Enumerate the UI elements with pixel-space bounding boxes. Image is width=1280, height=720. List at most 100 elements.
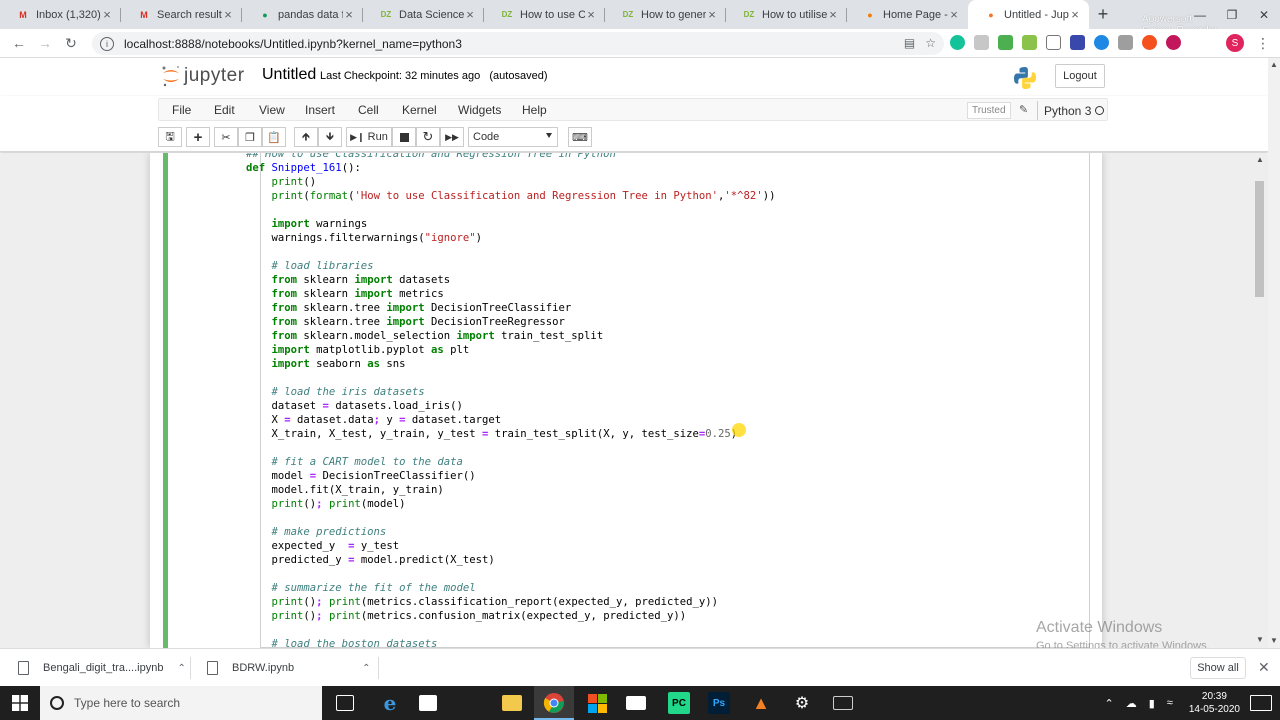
photoshop-icon[interactable]: Ps bbox=[708, 692, 730, 714]
windows-start-icon[interactable] bbox=[12, 695, 28, 711]
edit-pencil-icon[interactable]: ✎ bbox=[1019, 103, 1028, 116]
scroll-up-icon[interactable]: ▲ bbox=[1256, 155, 1264, 164]
site-info-icon[interactable]: i bbox=[100, 36, 114, 51]
code-line[interactable]: print(); print(metrics.confusion_matrix(… bbox=[246, 609, 775, 623]
scroll-down-icon[interactable]: ▼ bbox=[1256, 635, 1264, 644]
cut-icon[interactable]: ✂ bbox=[214, 127, 238, 147]
code-line[interactable]: # load libraries bbox=[246, 259, 775, 273]
code-line[interactable]: import seaborn as sns bbox=[246, 357, 775, 371]
vlc-icon[interactable]: ▲ bbox=[750, 692, 772, 714]
tab-close-icon[interactable]: × bbox=[706, 7, 718, 22]
maximize-icon[interactable]: ❐ bbox=[1216, 0, 1248, 29]
pycharm-icon[interactable]: PC bbox=[668, 692, 690, 714]
menu-kernel[interactable]: Kernel bbox=[402, 103, 437, 117]
forward-arrow-icon[interactable]: → bbox=[32, 30, 58, 56]
code-line[interactable]: ​ bbox=[246, 511, 775, 525]
trusted-badge[interactable]: Trusted bbox=[967, 102, 1011, 119]
code-line[interactable]: ​ bbox=[246, 441, 775, 455]
new-tab-button[interactable]: + bbox=[1089, 0, 1117, 29]
code-line[interactable]: print(); print(model) bbox=[246, 497, 775, 511]
code-line[interactable]: # make predictions bbox=[246, 525, 775, 539]
menu-cell[interactable]: Cell bbox=[358, 103, 379, 117]
extension-wave-icon[interactable] bbox=[1022, 35, 1037, 50]
back-arrow-icon[interactable]: ← bbox=[6, 30, 32, 56]
chrome-icon[interactable] bbox=[543, 692, 565, 714]
browser-tab[interactable]: DZ How to use Cla× bbox=[484, 0, 605, 29]
browser-tab[interactable]: ● pandas data fra× bbox=[242, 0, 363, 29]
profile-avatar[interactable]: S bbox=[1226, 34, 1244, 52]
onedrive-icon[interactable]: ☁ bbox=[1126, 697, 1137, 710]
menu-widgets[interactable]: Widgets bbox=[458, 103, 501, 117]
move-up-icon[interactable]: 🡹 bbox=[294, 127, 318, 147]
browser-menu-icon[interactable]: ⋮ bbox=[1256, 35, 1270, 52]
code-line[interactable]: # fit a CART model to the data bbox=[246, 455, 775, 469]
code-line[interactable]: from sklearn import datasets bbox=[246, 273, 775, 287]
wifi-icon[interactable]: ≈ bbox=[1167, 697, 1173, 709]
page-scroll-up-icon[interactable]: ▲ bbox=[1270, 60, 1278, 69]
logout-button[interactable]: Logout bbox=[1055, 64, 1105, 88]
code-line[interactable]: # load the boston datasets bbox=[246, 637, 775, 648]
code-line[interactable]: def Snippet_161(): bbox=[246, 161, 775, 175]
extension-blue-icon[interactable] bbox=[1070, 35, 1085, 50]
paste-icon[interactable]: 📋 bbox=[262, 127, 286, 147]
settings-gear-icon[interactable]: ⚙ bbox=[791, 692, 813, 714]
save-icon[interactable]: 🖫 bbox=[158, 127, 182, 147]
extension-pinwheel-icon[interactable] bbox=[1094, 35, 1109, 50]
menu-insert[interactable]: Insert bbox=[305, 103, 335, 117]
download-filename[interactable]: Bengali_digit_tra....ipynb bbox=[43, 662, 163, 674]
chevron-up-icon[interactable]: ⌃ bbox=[362, 663, 370, 674]
restart-run-all-icon[interactable]: ▶▶ bbox=[440, 127, 464, 147]
cell-type-select[interactable]: Code bbox=[468, 127, 558, 147]
browser-tab[interactable]: ● Home Page - S× bbox=[847, 0, 968, 29]
code-line[interactable]: ## How to use Classification and Regress… bbox=[246, 153, 775, 161]
office-tiles-icon[interactable] bbox=[586, 692, 608, 714]
tab-close-icon[interactable]: × bbox=[1069, 7, 1081, 22]
tab-close-icon[interactable]: × bbox=[585, 7, 597, 22]
insert-cell-icon[interactable]: + bbox=[186, 127, 210, 147]
code-line[interactable]: ​ bbox=[246, 371, 775, 385]
notebook-scrollbar[interactable]: ▲ ▼ bbox=[1252, 153, 1266, 648]
extension-k-icon[interactable] bbox=[974, 35, 989, 50]
code-editor[interactable]: ## How to use Classification and Regress… bbox=[246, 153, 775, 648]
url-omnibox[interactable]: i localhost:8888/notebooks/Untitled.ipyn… bbox=[92, 32, 944, 55]
browser-tab[interactable]: M Inbox (1,320) - × bbox=[0, 0, 121, 29]
close-window-icon[interactable]: ✕ bbox=[1248, 0, 1280, 29]
code-line[interactable]: ​ bbox=[246, 567, 775, 581]
code-line[interactable]: ​ bbox=[246, 245, 775, 259]
mail-icon[interactable] bbox=[626, 696, 646, 710]
tab-close-icon[interactable]: × bbox=[464, 7, 476, 22]
code-line[interactable]: print(); print(metrics.classification_re… bbox=[246, 595, 775, 609]
task-view-icon[interactable] bbox=[336, 695, 354, 711]
code-line[interactable]: X_train, X_test, y_train, y_test = train… bbox=[246, 427, 775, 441]
extension-green-icon[interactable] bbox=[998, 35, 1013, 50]
tray-chevron-up-icon[interactable]: ⌃ bbox=[1105, 697, 1114, 710]
page-scroll-down-icon[interactable]: ▼ bbox=[1270, 636, 1278, 645]
page-scrollbar[interactable]: ▲ ▼ bbox=[1268, 58, 1280, 648]
code-line[interactable]: from sklearn.tree import DecisionTreeReg… bbox=[246, 315, 775, 329]
move-down-icon[interactable]: 🡻 bbox=[318, 127, 342, 147]
menu-file[interactable]: File bbox=[172, 103, 191, 117]
download-item[interactable]: Bengali_digit_tra....ipynb ⌃ bbox=[18, 649, 186, 687]
browser-tab[interactable]: ● Untitled - Jupy × bbox=[968, 0, 1089, 29]
code-line[interactable]: from sklearn import metrics bbox=[246, 287, 775, 301]
tab-close-icon[interactable]: × bbox=[101, 7, 113, 22]
keyboard-icon[interactable]: ⌨ bbox=[568, 127, 592, 147]
tab-close-icon[interactable]: × bbox=[827, 7, 839, 22]
kernel-name[interactable]: Python 3 bbox=[1037, 101, 1091, 120]
code-line[interactable]: expected_y = y_test bbox=[246, 539, 775, 553]
translate-icon[interactable]: ▤ bbox=[904, 36, 915, 50]
extension-orange-icon[interactable] bbox=[1142, 35, 1157, 50]
code-line[interactable]: import matplotlib.pyplot as plt bbox=[246, 343, 775, 357]
menu-view[interactable]: View bbox=[259, 103, 285, 117]
menu-help[interactable]: Help bbox=[522, 103, 547, 117]
browser-tab[interactable]: M Search results × bbox=[121, 0, 242, 29]
code-line[interactable]: print(format('How to use Classification … bbox=[246, 189, 776, 203]
code-line[interactable]: model.fit(X_train, y_train) bbox=[246, 483, 775, 497]
run-button[interactable]: ▶❙ Run bbox=[346, 127, 392, 147]
tab-close-icon[interactable]: × bbox=[222, 7, 234, 22]
notebook-scrollbar-thumb[interactable] bbox=[1255, 181, 1264, 297]
taskbar-clock[interactable]: 20:39 14-05-2020 bbox=[1189, 690, 1240, 716]
code-line[interactable]: print() bbox=[246, 175, 775, 189]
menu-edit[interactable]: Edit bbox=[214, 103, 235, 117]
code-line[interactable]: ​ bbox=[246, 203, 775, 217]
